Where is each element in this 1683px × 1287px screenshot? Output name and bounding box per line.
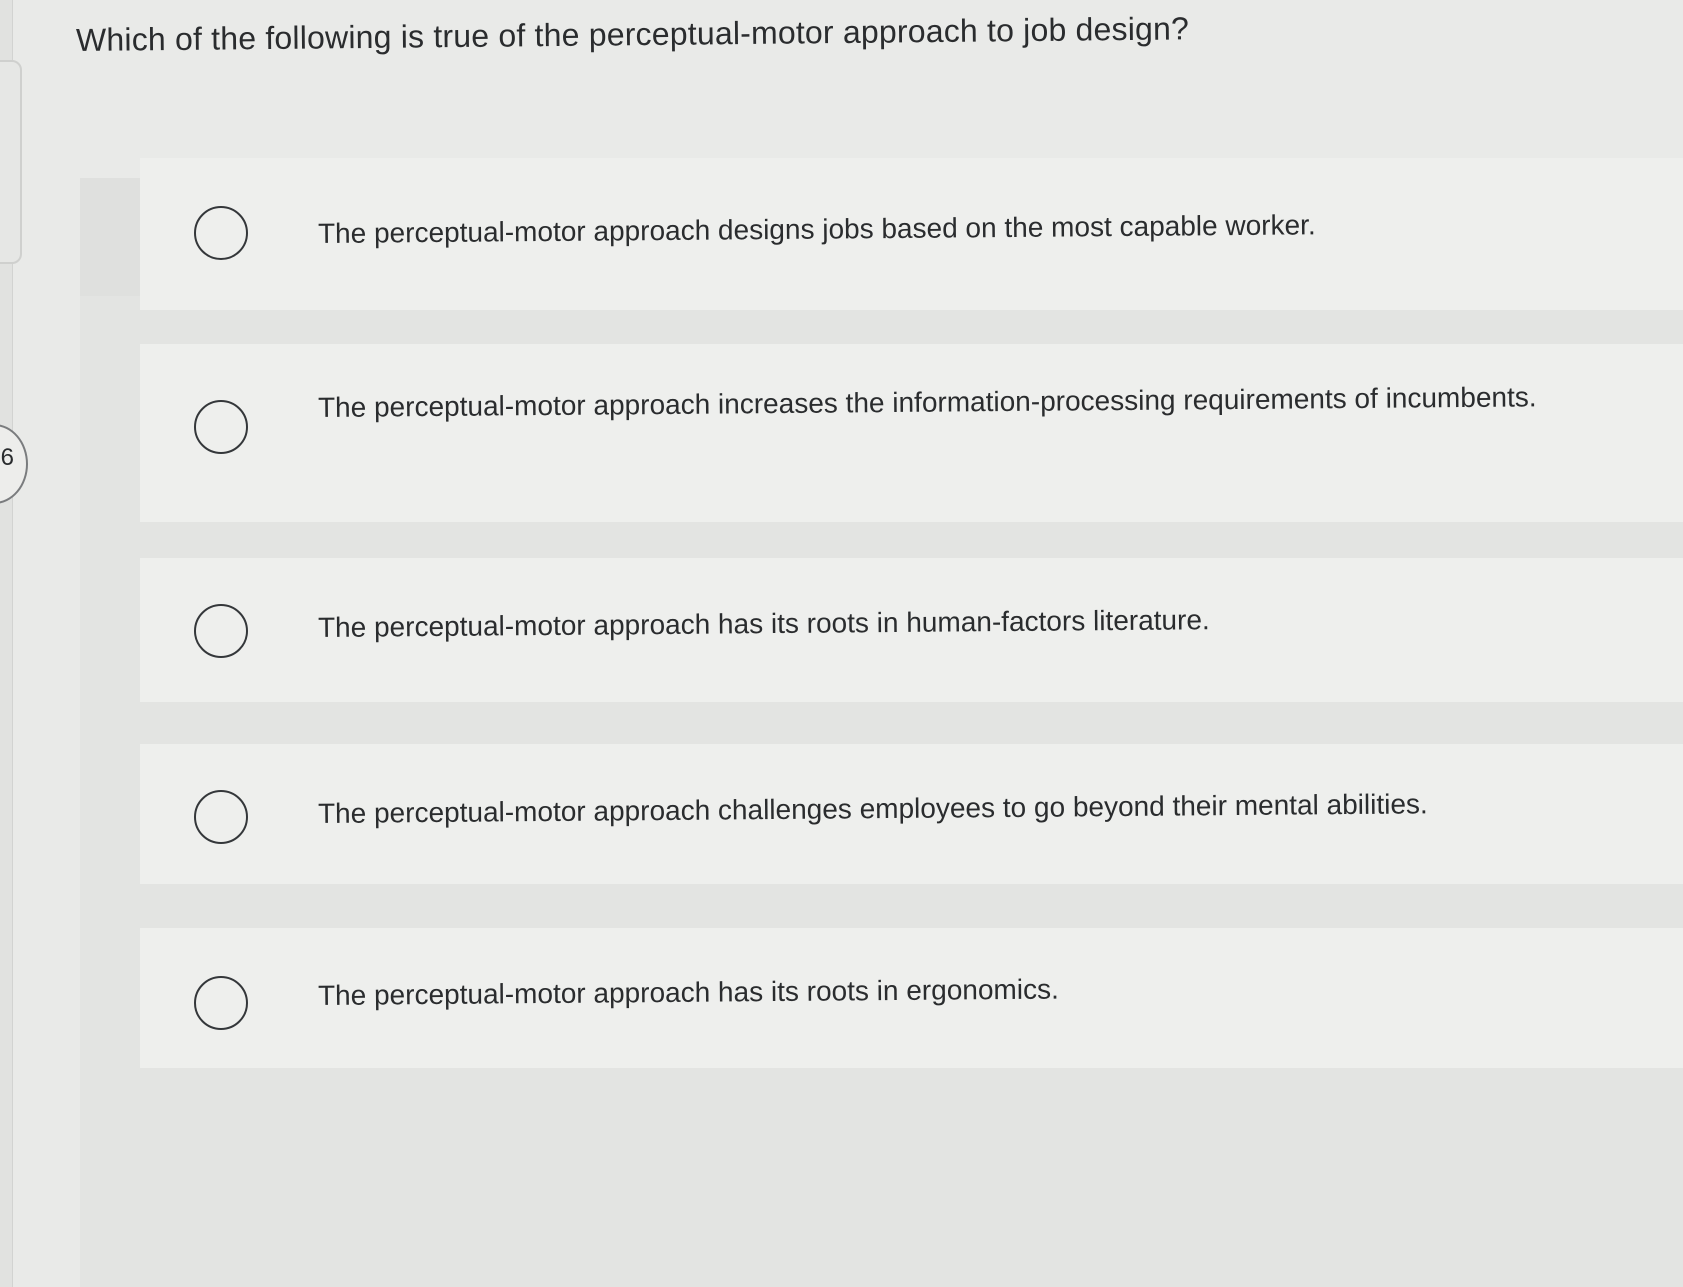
options-list: The perceptual-motor approach designs jo…	[140, 158, 1683, 1287]
question-text: Which of the following is true of the pe…	[75, 10, 1190, 58]
option-label: The perceptual-motor approach has its ro…	[317, 604, 1210, 643]
radio-button[interactable]	[194, 604, 248, 658]
option-2[interactable]: The perceptual-motor approach increases …	[140, 344, 1683, 522]
radio-button[interactable]	[194, 206, 248, 260]
option-label: The perceptual-motor approach has its ro…	[317, 973, 1059, 1011]
option-label: The perceptual-motor approach designs jo…	[317, 209, 1316, 249]
option-3[interactable]: The perceptual-motor approach has its ro…	[140, 558, 1683, 702]
radio-button[interactable]	[194, 400, 248, 454]
option-label: The perceptual-motor approach challenges…	[317, 788, 1428, 829]
option-label: The perceptual-motor approach increases …	[317, 381, 1537, 423]
side-panel-tab[interactable]	[0, 60, 22, 264]
option-4[interactable]: The perceptual-motor approach challenges…	[140, 744, 1683, 884]
option-1[interactable]: The perceptual-motor approach designs jo…	[140, 158, 1683, 310]
radio-button[interactable]	[194, 790, 248, 844]
question-number: 6	[0, 444, 14, 471]
option-5[interactable]: The perceptual-motor approach has its ro…	[140, 928, 1683, 1068]
radio-button[interactable]	[194, 976, 248, 1030]
question-number-badge[interactable]: 6	[0, 424, 28, 504]
